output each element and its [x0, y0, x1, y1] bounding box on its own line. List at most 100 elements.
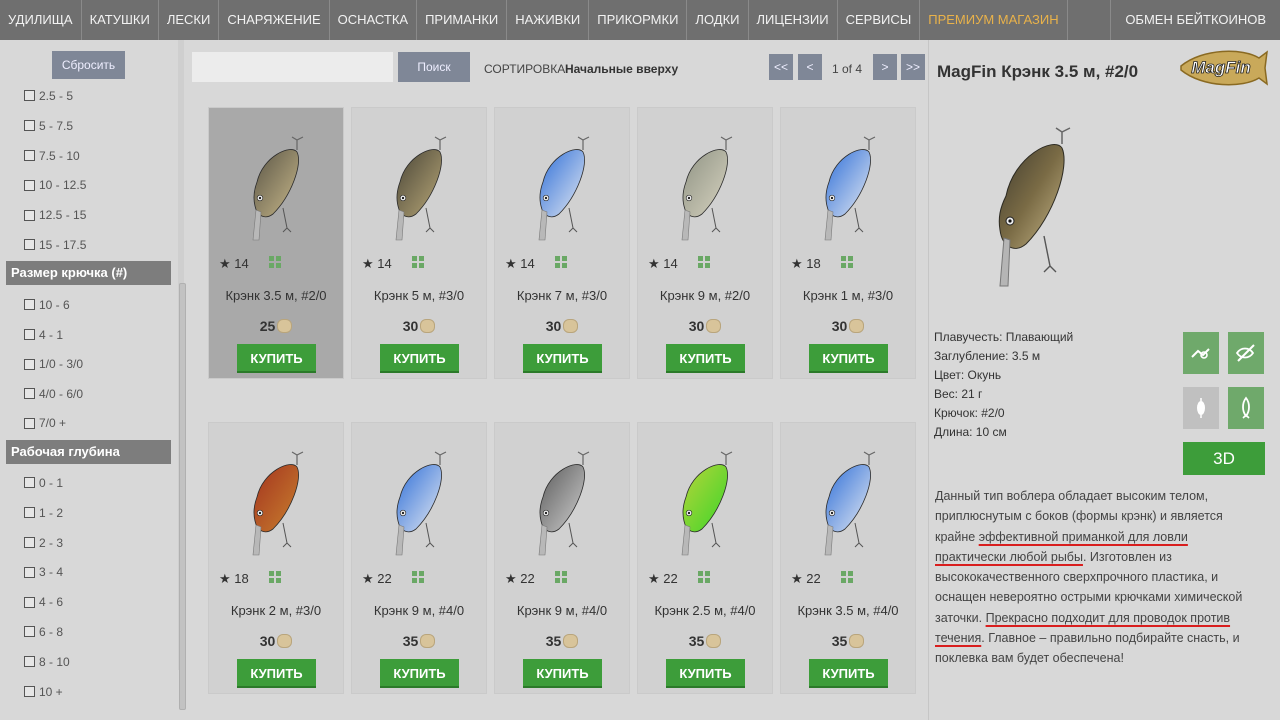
details-attribute: Цвет: Окунь: [934, 368, 1002, 382]
nav-item-premium-shop[interactable]: ПРЕМИУМ МАГАЗИН: [920, 0, 1068, 40]
buy-button[interactable]: КУПИТЬ: [237, 659, 316, 688]
star-icon: ★: [219, 571, 235, 586]
buy-button[interactable]: КУПИТЬ: [380, 344, 459, 373]
buy-button[interactable]: КУПИТЬ: [523, 344, 602, 373]
filter-label: 4 - 1: [39, 327, 64, 342]
checkbox[interactable]: [24, 179, 35, 191]
buy-button[interactable]: КУПИТЬ: [666, 659, 745, 688]
buy-button[interactable]: КУПИТЬ: [523, 659, 602, 688]
checkbox[interactable]: [24, 566, 35, 578]
filter-depth-7[interactable]: 10 +: [24, 684, 63, 700]
product-card[interactable]: ★ 22 Крэнк 3.5 м, #4/0 35 КУПИТЬ: [780, 422, 916, 694]
product-card[interactable]: ★ 22 Крэнк 9 м, #4/0 35 КУПИТЬ: [494, 422, 630, 694]
fish-view-button[interactable]: [1228, 387, 1264, 429]
product-card[interactable]: ★ 22 Крэнк 2.5 м, #4/0 35 КУПИТЬ: [637, 422, 773, 694]
nav-item-6[interactable]: НАЖИВКИ: [507, 0, 590, 40]
sort-select[interactable]: Начальные вверху: [565, 62, 678, 76]
reel-action-button[interactable]: [1183, 332, 1219, 374]
filter-weight-2[interactable]: 7.5 - 10: [24, 148, 80, 164]
checkbox[interactable]: [24, 388, 35, 400]
filter-depth-1[interactable]: 1 - 2: [24, 505, 63, 521]
filter-weight-1[interactable]: 5 - 7.5: [24, 118, 73, 134]
nav-item-4[interactable]: ОСНАСТКА: [330, 0, 418, 40]
checkbox[interactable]: [24, 209, 35, 221]
buy-button[interactable]: КУПИТЬ: [809, 659, 888, 688]
filter-depth-4[interactable]: 4 - 6: [24, 594, 63, 610]
nav-baitcoin-exchange[interactable]: ОБМЕН БЕЙТКОИНОВ: [1110, 0, 1280, 40]
star-icon: ★: [648, 256, 664, 271]
checkbox[interactable]: [24, 149, 35, 161]
filter-depth-3[interactable]: 3 - 4: [24, 564, 63, 580]
product-card[interactable]: ★ 14 Крэнк 5 м, #3/0 30 КУПИТЬ: [351, 107, 487, 379]
buy-button[interactable]: КУПИТЬ: [380, 659, 459, 688]
nav-item-7[interactable]: ПРИКОРМКИ: [589, 0, 688, 40]
product-card[interactable]: ★ 18 Крэнк 2 м, #3/0 30 КУПИТЬ: [208, 422, 344, 694]
nav-item-0[interactable]: УДИЛИЩА: [0, 0, 82, 40]
grid-icon: [269, 256, 282, 269]
filter-weight-5[interactable]: 15 - 17.5: [24, 237, 86, 253]
checkbox[interactable]: [24, 536, 35, 548]
nav-item-10[interactable]: СЕРВИСЫ: [838, 0, 921, 40]
search-input[interactable]: [192, 52, 393, 82]
checkbox[interactable]: [24, 358, 35, 370]
product-card[interactable]: ★ 18 Крэнк 1 м, #3/0 30 КУПИТЬ: [780, 107, 916, 379]
first-page-button[interactable]: <<: [769, 54, 793, 80]
checkbox[interactable]: [24, 328, 35, 340]
checkbox[interactable]: [24, 656, 35, 668]
star-icon: ★: [219, 256, 235, 271]
checkbox[interactable]: [24, 299, 35, 311]
prev-page-button[interactable]: <: [798, 54, 822, 80]
details-attribute: Крючок: #2/0: [934, 406, 1005, 420]
no-fish-icon: [1235, 344, 1255, 362]
view-3d-button[interactable]: 3D: [1183, 442, 1265, 475]
checkbox[interactable]: [24, 507, 35, 519]
product-card[interactable]: ★ 14 Крэнк 9 м, #2/0 30 КУПИТЬ: [637, 107, 773, 379]
filter-depth-0[interactable]: 0 - 1: [24, 475, 63, 491]
checkbox[interactable]: [24, 626, 35, 638]
lure-image: [395, 136, 447, 241]
last-page-button[interactable]: >>: [901, 54, 925, 80]
checkbox[interactable]: [24, 90, 35, 102]
checkbox[interactable]: [24, 685, 35, 697]
filter-header-depth: Рабочая глубина: [6, 440, 171, 464]
reset-filters-button[interactable]: Сбросить: [52, 51, 125, 79]
filter-weight-0[interactable]: 2.5 - 5: [24, 88, 73, 104]
buy-button[interactable]: КУПИТЬ: [809, 344, 888, 373]
checkbox[interactable]: [24, 417, 35, 429]
checkbox[interactable]: [24, 596, 35, 608]
nav-item-3[interactable]: СНАРЯЖЕНИЕ: [219, 0, 330, 40]
star-icon: ★: [505, 571, 521, 586]
product-card[interactable]: ★ 22 Крэнк 9 м, #4/0 35 КУПИТЬ: [351, 422, 487, 694]
hide-fish-button[interactable]: [1228, 332, 1264, 374]
sidebar-scrollbar-thumb[interactable]: [179, 283, 186, 710]
checkbox[interactable]: [24, 120, 35, 132]
filter-hook-3[interactable]: 4/0 - 6/0: [24, 386, 83, 402]
filter-weight-3[interactable]: 10 - 12.5: [24, 177, 86, 193]
next-page-button[interactable]: >: [873, 54, 897, 80]
filter-hook-2[interactable]: 1/0 - 3/0: [24, 356, 83, 372]
star-icon: ★: [791, 256, 807, 271]
buy-button[interactable]: КУПИТЬ: [237, 344, 316, 373]
baitcoin-icon: [277, 634, 293, 649]
filter-hook-4[interactable]: 7/0 +: [24, 415, 66, 431]
filter-hook-0[interactable]: 10 - 6: [24, 297, 70, 313]
nav-item-8[interactable]: ЛОДКИ: [687, 0, 749, 40]
buy-button[interactable]: КУПИТЬ: [666, 344, 745, 373]
filter-weight-4[interactable]: 12.5 - 15: [24, 207, 86, 223]
float-view-button[interactable]: [1183, 387, 1219, 429]
product-card[interactable]: ★ 14 Крэнк 3.5 м, #2/0 25 КУПИТЬ: [208, 107, 344, 379]
checkbox[interactable]: [24, 477, 35, 489]
nav-item-2[interactable]: ЛЕСКИ: [159, 0, 220, 40]
search-button[interactable]: Поиск: [398, 52, 470, 82]
filter-hook-1[interactable]: 4 - 1: [24, 327, 63, 343]
nav-item-9[interactable]: ЛИЦЕНЗИИ: [749, 0, 838, 40]
nav-item-5[interactable]: ПРИМАНКИ: [417, 0, 508, 40]
checkbox[interactable]: [24, 239, 35, 251]
filter-depth-6[interactable]: 8 - 10: [24, 654, 70, 670]
nav-item-1[interactable]: КАТУШКИ: [82, 0, 159, 40]
rating-value: 14: [234, 256, 249, 271]
filter-depth-2[interactable]: 2 - 3: [24, 535, 63, 551]
filter-depth-5[interactable]: 6 - 8: [24, 624, 63, 640]
product-card[interactable]: ★ 14 Крэнк 7 м, #3/0 30 КУПИТЬ: [494, 107, 630, 379]
price: 35: [495, 633, 629, 649]
